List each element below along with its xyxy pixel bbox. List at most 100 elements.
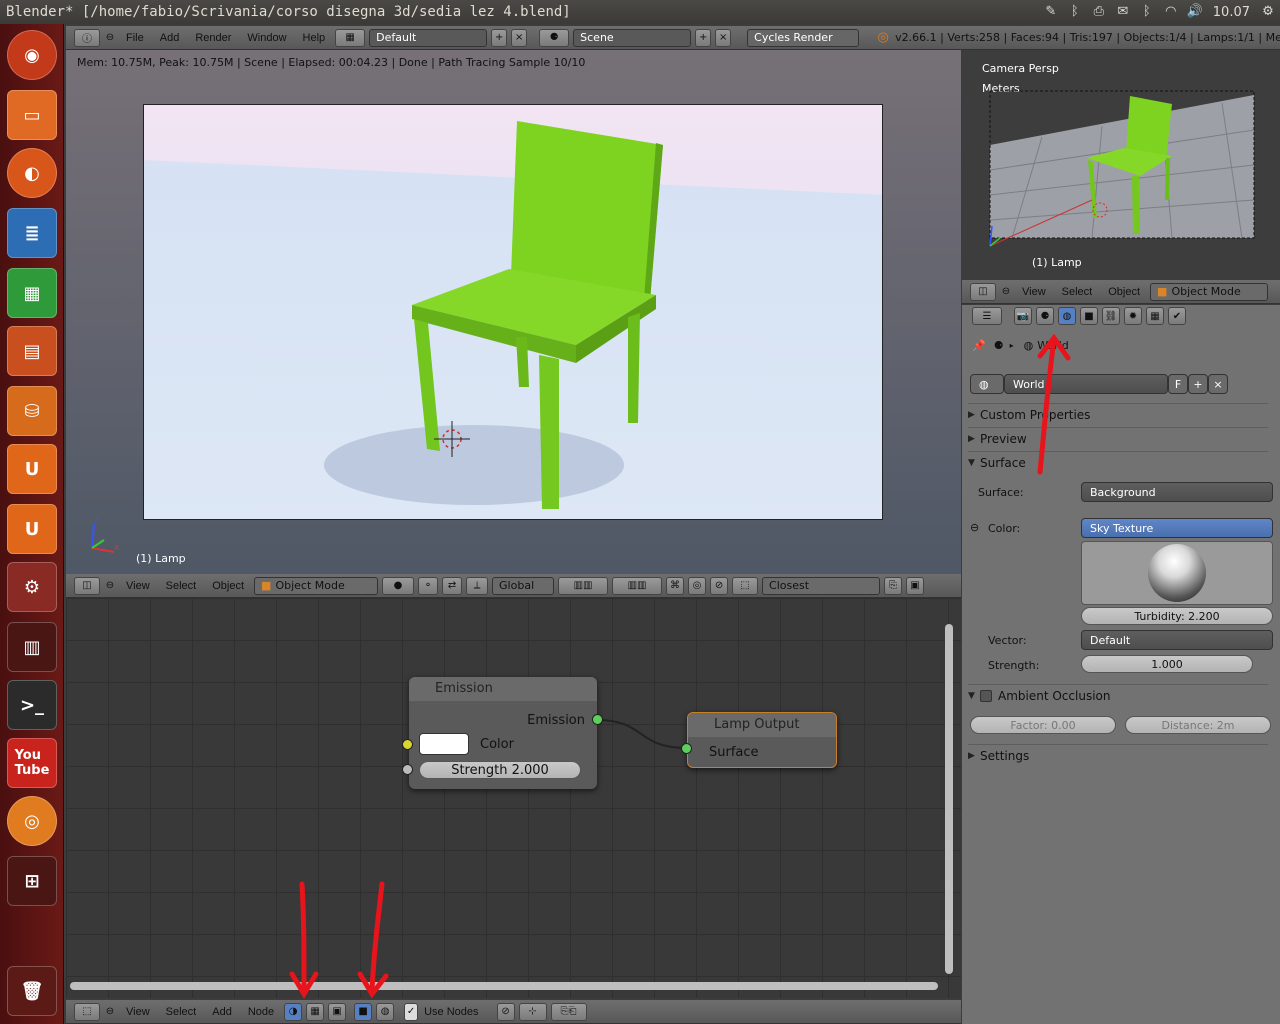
terminal-icon[interactable]: >_ xyxy=(7,680,57,730)
emission-color-swatch[interactable] xyxy=(419,733,469,755)
panel-preview[interactable]: ▶ Preview xyxy=(968,427,1268,449)
mode-select[interactable]: ■ Object Mode xyxy=(254,576,379,595)
3d-viewport[interactable]: Mem: 10.75M, Peak: 10.75M | Scene | Elap… xyxy=(66,50,961,574)
world-shader-icon[interactable]: ◍ xyxy=(376,1002,395,1021)
physics-tab-icon[interactable]: ✔ xyxy=(1168,307,1186,325)
camera-viewport[interactable]: Camera Persp Meters (1) Lamp xyxy=(962,50,1280,280)
pin-icon[interactable]: 📌 xyxy=(972,339,986,352)
trash-icon[interactable]: 🗑 xyxy=(7,966,57,1016)
snap-target-select[interactable]: Closest xyxy=(762,576,881,595)
world-browse-icon[interactable]: ◍ xyxy=(970,374,1004,394)
data-tab-icon[interactable]: ✹ xyxy=(1124,307,1142,325)
scene-tab-icon[interactable]: ⚈ xyxy=(1036,307,1054,325)
collapse-menu-icon[interactable]: ⊖ xyxy=(104,29,116,47)
calc-icon[interactable]: ▦ xyxy=(7,268,57,318)
texture-tab-icon[interactable]: ▦ xyxy=(1146,307,1164,325)
orientation-select[interactable]: Global xyxy=(492,576,555,595)
add-scene-icon[interactable]: + xyxy=(695,28,712,47)
constraints-tab-icon[interactable]: ⛓ xyxy=(1102,307,1120,325)
menu-add[interactable]: Add xyxy=(160,32,180,44)
layers2-icon[interactable]: ▥▥ xyxy=(612,576,663,595)
menu-view[interactable]: View xyxy=(1022,286,1046,298)
volume-icon[interactable]: 🔊 xyxy=(1186,4,1204,20)
mail-icon[interactable]: ✉ xyxy=(1114,4,1132,20)
menu-node[interactable]: Node xyxy=(248,1006,274,1018)
collapse-menu-icon[interactable]: ⊖ xyxy=(104,1003,116,1021)
pivot-icon[interactable]: ⚬ xyxy=(418,576,439,595)
snap-icon[interactable]: ⊘ xyxy=(710,576,729,595)
editor-type-node-icon[interactable]: ⬚ xyxy=(74,1002,100,1021)
surface-input-socket[interactable] xyxy=(681,743,692,754)
menu-help[interactable]: Help xyxy=(303,32,326,44)
editor-type-properties-icon[interactable]: ☰ xyxy=(972,307,1002,325)
bluetooth-icon[interactable]: ᛒ xyxy=(1066,4,1084,20)
surface-select[interactable]: Background xyxy=(1081,482,1273,502)
scene-icon[interactable]: ⚈ xyxy=(539,28,570,47)
menu-render[interactable]: Render xyxy=(195,32,231,44)
opengl-render-icon[interactable]: ⎘ xyxy=(884,576,903,595)
workspace-switcher-icon[interactable]: ⊞ xyxy=(7,856,57,906)
copy-paste-nodes-icon[interactable]: ⎘⎗ xyxy=(550,1002,587,1021)
menu-select[interactable]: Select xyxy=(166,1006,197,1018)
ao-enable-checkbox[interactable] xyxy=(980,689,992,702)
menu-object[interactable]: Object xyxy=(212,580,244,592)
panel-surface[interactable]: ▼ Surface xyxy=(968,451,1268,473)
strength-slider[interactable]: 1.000 xyxy=(1081,655,1253,673)
impress-icon[interactable]: ▤ xyxy=(7,326,57,376)
render-engine-select[interactable]: Cycles Render xyxy=(747,28,860,47)
panel-settings[interactable]: ▶ Settings xyxy=(968,744,1268,766)
render-tab-icon[interactable]: 📷 xyxy=(1014,307,1032,325)
collapse-menu-icon[interactable]: ⊖ xyxy=(1000,283,1012,301)
editor-type-info-icon[interactable]: ⓘ xyxy=(74,28,100,47)
menu-select[interactable]: Select xyxy=(166,580,197,592)
lamp-output-node[interactable]: Lamp Output Surface xyxy=(687,712,837,768)
vector-select[interactable]: Default xyxy=(1081,630,1273,650)
ubuntu-one-music-icon[interactable]: U xyxy=(7,504,57,554)
viewport-shading-icon[interactable]: ● xyxy=(382,576,415,595)
lamp-output-header[interactable]: Lamp Output xyxy=(688,713,836,737)
screen-layout-icon[interactable]: ▦ xyxy=(335,28,366,47)
use-nodes-checkbox[interactable]: ✓ xyxy=(404,1002,419,1021)
emission-node[interactable]: Emission Emission Color Strength 2.000 xyxy=(409,677,597,789)
emission-strength-slider[interactable]: Strength 2.000 xyxy=(419,761,581,779)
world-tab-icon[interactable]: ◍ xyxy=(1058,307,1076,325)
ubuntu-logo-icon[interactable]: ◉ xyxy=(7,30,57,80)
remove-layout-icon[interactable]: × xyxy=(511,28,528,47)
edit-icon[interactable]: ✎ xyxy=(1042,4,1060,20)
scene-field[interactable]: Scene xyxy=(573,28,692,47)
add-layout-icon[interactable]: + xyxy=(491,28,508,47)
ao-distance-slider[interactable]: Distance: 2m xyxy=(1125,716,1271,734)
remove-scene-icon[interactable]: × xyxy=(715,28,732,47)
ao-factor-slider[interactable]: Factor: 0.00 xyxy=(970,716,1116,734)
transform-axes-icon[interactable]: ⟂ xyxy=(466,576,489,595)
system-settings-icon[interactable]: ⚙ xyxy=(7,562,57,612)
clock[interactable]: 10.07 xyxy=(1213,5,1250,20)
emission-output-socket[interactable] xyxy=(592,714,603,725)
menu-select[interactable]: Select xyxy=(1062,286,1093,298)
mixer-icon[interactable]: ▥ xyxy=(7,622,57,672)
new-world-icon[interactable]: + xyxy=(1188,374,1208,394)
snap-element-icon[interactable]: ⬚ xyxy=(732,576,759,595)
sun-direction-sphere[interactable] xyxy=(1148,544,1206,602)
ubuntu-one-icon[interactable]: U xyxy=(7,444,57,494)
menu-file[interactable]: File xyxy=(126,32,144,44)
manipulator-icon[interactable]: ⇄ xyxy=(442,576,463,595)
unlink-world-icon[interactable]: × xyxy=(1208,374,1228,394)
backdrop-icon[interactable]: ⊘ xyxy=(496,1002,515,1021)
object-shader-icon[interactable]: ■ xyxy=(354,1002,373,1021)
mode-select[interactable]: ■ Object Mode xyxy=(1150,282,1269,301)
snap-node-icon[interactable]: ⊹ xyxy=(518,1002,547,1021)
menu-add[interactable]: Add xyxy=(212,1006,232,1018)
compositing-nodes-icon[interactable]: ▣ xyxy=(328,1002,347,1021)
menu-view[interactable]: View xyxy=(126,1006,150,1018)
settings-gear-icon[interactable]: ⚙ xyxy=(1259,4,1277,20)
firefox-icon[interactable]: ◐ xyxy=(7,148,57,198)
emission-node-header[interactable]: Emission xyxy=(409,677,597,701)
wifi-icon[interactable]: ◠ xyxy=(1162,4,1180,20)
files-icon[interactable]: ▭ xyxy=(7,90,57,140)
color-input-socket[interactable] xyxy=(402,739,413,750)
strength-input-socket[interactable] xyxy=(402,764,413,775)
layers-icon[interactable]: ▥▥ xyxy=(558,576,609,595)
panel-custom-properties[interactable]: ▶ Custom Properties xyxy=(968,403,1268,425)
software-center-icon[interactable]: ⛁ xyxy=(7,386,57,436)
